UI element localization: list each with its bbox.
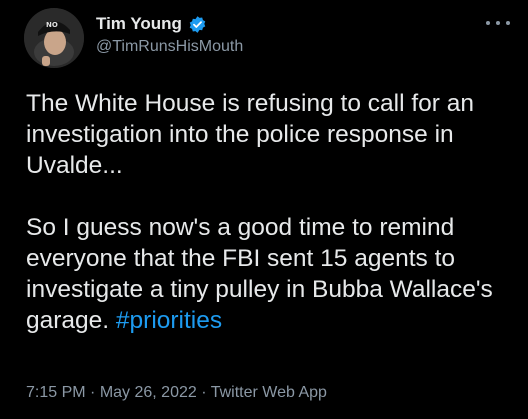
tweet-paragraph-1: The White House is refusing to call for …: [26, 90, 475, 179]
meta-separator: ·: [196, 384, 211, 401]
verified-badge-icon: [188, 15, 207, 34]
hashtag-link[interactable]: #priorities: [116, 307, 222, 334]
tweet-text: The White House is refusing to call for …: [26, 88, 516, 336]
tweet-date[interactable]: May 26, 2022: [100, 384, 197, 401]
author-handle[interactable]: @TimRunsHisMouth: [96, 38, 243, 56]
more-options-icon[interactable]: [486, 16, 510, 30]
more-dot: [486, 21, 490, 25]
avatar[interactable]: NO: [24, 8, 84, 68]
author-name-row[interactable]: Tim Young: [96, 12, 207, 36]
more-dot: [506, 21, 510, 25]
meta-separator: ·: [85, 384, 100, 401]
more-dot: [496, 21, 500, 25]
author-display-name[interactable]: Tim Young: [96, 14, 182, 34]
tweet-paragraph-2-text: So I guess now's a good time to remind e…: [26, 214, 493, 334]
tweet-metadata: 7:15 PM · May 26, 2022 · Twitter Web App: [26, 384, 327, 402]
tweet-time[interactable]: 7:15 PM: [26, 384, 86, 401]
tweet-source: Twitter Web App: [210, 384, 327, 401]
tweet-card: NO Tim Young @TimRunsHisMouth The White …: [0, 0, 528, 419]
avatar-cap-text: NO: [46, 21, 58, 29]
avatar-image: NO: [24, 8, 84, 68]
tweet-paragraph-2: So I guess now's a good time to remind e…: [26, 212, 516, 336]
